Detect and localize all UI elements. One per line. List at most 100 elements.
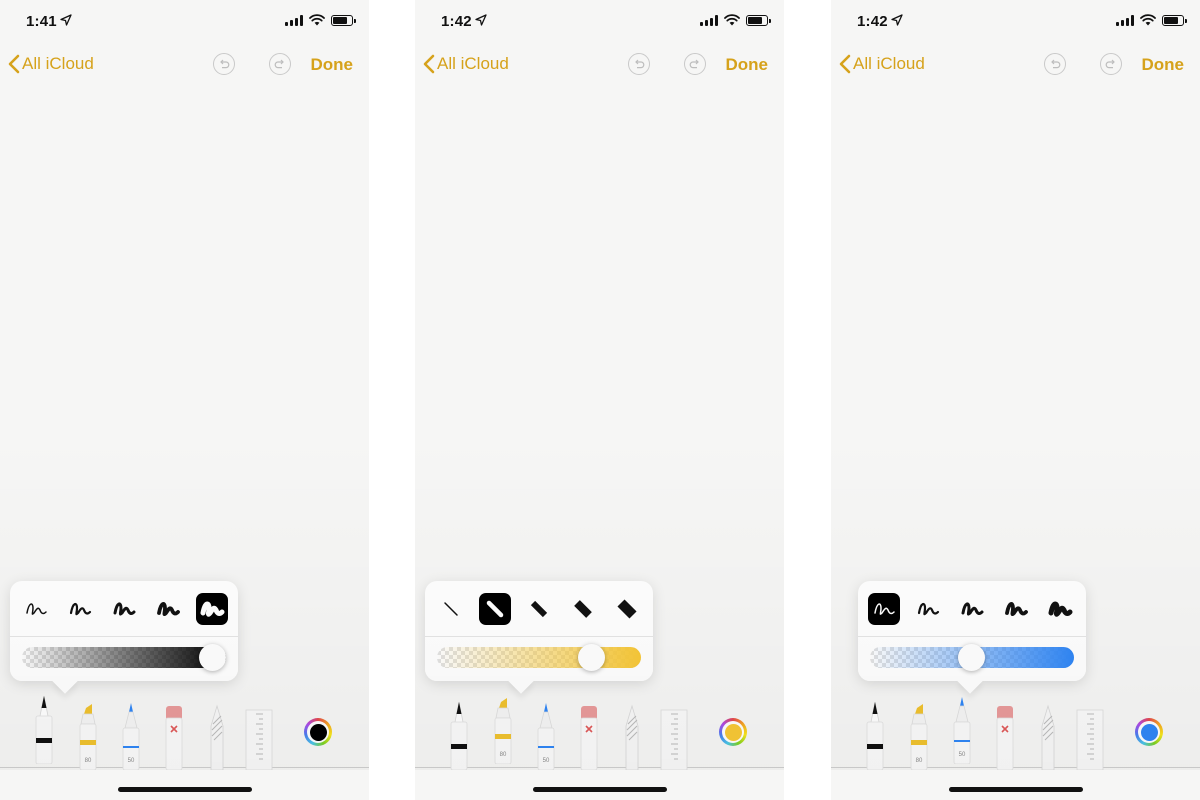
back-button[interactable]: All iCloud [839,54,925,74]
opacity-slider[interactable] [870,644,1074,671]
undo-button[interactable] [628,53,650,75]
divider [858,636,1086,637]
status-time: 1:42 [441,13,472,30]
thickness-option-5[interactable] [1044,593,1076,625]
svg-text:80: 80 [85,758,92,764]
undo-icon [1051,59,1061,69]
done-button[interactable]: Done [726,55,769,75]
chevron-left-icon [423,54,435,74]
status-time: 1:42 [857,13,888,30]
wifi-icon [1140,14,1156,26]
phone-screen-1: 1:41 All iCloud Done 80 50 [0,0,369,800]
battery-icon [746,14,771,26]
undo-button[interactable] [213,53,235,75]
opacity-slider-thumb[interactable] [578,644,606,671]
thickness-options [435,591,643,627]
done-button[interactable]: Done [311,55,354,75]
color-picker-button[interactable] [1135,718,1163,746]
tool-tray: 80 50 [0,690,369,770]
thickness-options [868,591,1076,627]
thickness-option-4[interactable] [152,593,184,625]
current-color-swatch [724,723,742,741]
eraser-tool[interactable] [163,700,185,770]
pencil-tool[interactable]: 50 [120,700,142,770]
thickness-option-2[interactable] [479,593,511,625]
tool-tray: 80 50 [831,690,1200,770]
cellular-signal-icon [1116,14,1134,26]
redo-button[interactable] [269,53,291,75]
eraser-tool[interactable] [578,700,600,770]
home-indicator [949,787,1083,792]
thickness-option-2[interactable] [64,593,96,625]
back-button[interactable]: All iCloud [8,54,94,74]
marker-tool[interactable]: 80 [908,700,930,770]
divider [425,636,653,637]
current-color-swatch [309,723,327,741]
thickness-option-1[interactable] [20,593,52,625]
svg-text:50: 50 [543,758,550,764]
redo-button[interactable] [1100,53,1122,75]
thickness-option-5[interactable] [611,593,643,625]
undo-icon [635,59,645,69]
opacity-slider-thumb[interactable] [958,644,985,671]
thickness-option-3[interactable] [108,593,140,625]
phone-screen-3: 1:42 All iCloud Done 80 50 [831,0,1200,800]
pen-tool[interactable] [448,700,470,770]
marker-tool[interactable]: 80 [77,700,99,770]
nav-bar: All iCloud Done [831,48,1200,82]
thickness-option-5[interactable] [196,593,228,625]
lasso-tool[interactable] [206,700,228,770]
cellular-signal-icon [285,14,303,26]
status-bar: 1:42 [831,0,1200,44]
thickness-option-1[interactable] [868,593,900,625]
chevron-left-icon [839,54,851,74]
status-icons [1116,14,1187,26]
redo-button[interactable] [684,53,706,75]
thickness-option-4[interactable] [567,593,599,625]
color-picker-button[interactable] [304,718,332,746]
pencil-tool[interactable]: 50 [951,694,973,764]
back-button-label: All iCloud [22,54,94,73]
svg-text:50: 50 [959,752,966,758]
back-button-label: All iCloud [437,54,509,73]
current-color-swatch [1140,723,1158,741]
svg-text:50: 50 [128,758,135,764]
thickness-option-3[interactable] [523,593,555,625]
opacity-slider[interactable] [22,644,226,671]
redo-icon [1105,59,1115,69]
thickness-option-4[interactable] [1000,593,1032,625]
divider [10,636,238,637]
status-bar: 1:42 [415,0,784,44]
svg-text:80: 80 [500,752,507,758]
back-button-label: All iCloud [853,54,925,73]
tool-options-popover [10,581,238,694]
pen-tool[interactable] [33,694,55,764]
redo-icon [274,59,284,69]
pen-tool[interactable] [864,700,886,770]
thickness-options [20,591,228,627]
status-time: 1:41 [26,13,57,30]
thickness-option-2[interactable] [912,593,944,625]
ruler-tool[interactable] [1075,700,1105,770]
location-arrow-icon [60,14,72,26]
lasso-tool[interactable] [1037,700,1059,770]
undo-button[interactable] [1044,53,1066,75]
tool-options-popover [425,581,653,694]
done-button[interactable]: Done [1142,55,1185,75]
ruler-tool[interactable] [244,700,274,770]
opacity-slider-thumb[interactable] [199,644,226,671]
thickness-option-3[interactable] [956,593,988,625]
phone-screen-2: 1:42 All iCloud Done 80 50 [415,0,784,800]
marker-tool[interactable]: 80 [492,694,514,764]
ruler-tool[interactable] [659,700,689,770]
back-button[interactable]: All iCloud [423,54,509,74]
svg-text:80: 80 [916,758,923,764]
location-arrow-icon [891,14,903,26]
thickness-option-1[interactable] [435,593,467,625]
pencil-tool[interactable]: 50 [535,700,557,770]
opacity-slider[interactable] [437,644,641,671]
eraser-tool[interactable] [994,700,1016,770]
color-picker-button[interactable] [719,718,747,746]
home-indicator [533,787,667,792]
lasso-tool[interactable] [621,700,643,770]
